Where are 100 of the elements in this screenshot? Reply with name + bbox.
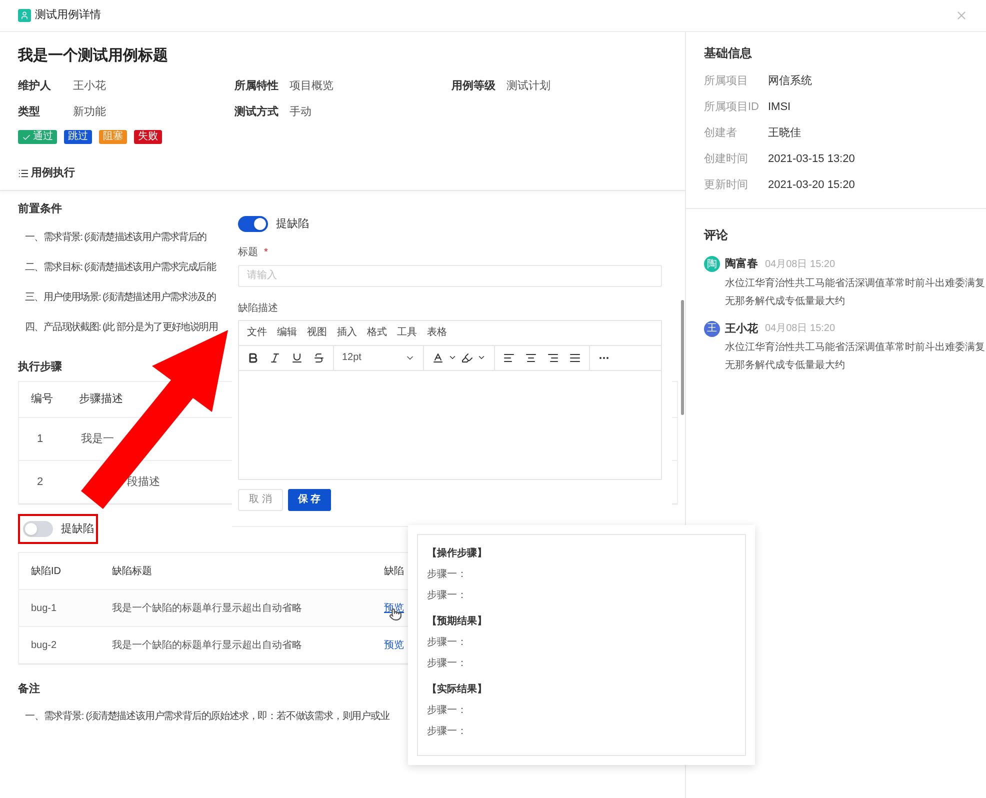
save-button[interactable]: 保 存: [288, 488, 331, 510]
popover-heading: 【操作步骤】: [427, 546, 488, 560]
field-value: 手动: [290, 104, 312, 120]
table-cell-text: 1: [36, 432, 44, 447]
avatar: 陶: [704, 256, 720, 272]
info-value: 王晓佳: [768, 126, 801, 141]
section-tab[interactable]: 用例执行: [31, 164, 75, 182]
popover-line: 步骤一：: [427, 704, 468, 717]
popover-heading: 【预期结果】: [427, 614, 488, 628]
column-header: 缺陷标题: [111, 564, 153, 578]
preview-link[interactable]: 预览: [384, 638, 404, 652]
info-value: 2021-03-15 13:20: [768, 152, 855, 167]
comment-author: 陶富春: [725, 256, 758, 272]
panel-heading: 基础信息: [704, 45, 753, 62]
strikethrough-icon[interactable]: [313, 352, 325, 364]
italic-icon[interactable]: [269, 352, 281, 364]
field-label: 维护人: [18, 78, 52, 94]
precondition-text: 四、产品现状截图: (此 部分是为了更好地说明用: [25, 320, 218, 335]
field-value: 项目概览: [290, 78, 334, 94]
popover-line: 步骤一：: [427, 724, 468, 738]
toggle-switch[interactable]: [238, 216, 268, 232]
field-value: 新功能: [73, 104, 106, 120]
column-header: 编号: [30, 392, 54, 408]
field-value: 王小花: [73, 78, 106, 94]
status-tag[interactable]: 失败: [134, 130, 162, 144]
comment-time: 04月08日 15:20: [765, 322, 836, 336]
toggle-switch[interactable]: [23, 521, 53, 537]
column-header: 缺陷: [383, 564, 404, 578]
precondition-text: 三、用户使用场景: (须清楚描述用户需求涉及的: [25, 290, 216, 305]
comment-text: 水位江华育治性共工马能省活深调值革常时前斗出难委满复无那务解代成专低量最大约: [725, 340, 986, 373]
comment-time: 04月08日 15:20: [765, 258, 836, 272]
toggle-label: 提缺陷: [61, 522, 94, 537]
editor-menu-item[interactable]: 格式: [367, 325, 387, 340]
popover-heading: 【实际结果】: [427, 682, 488, 696]
field-label: 类型: [18, 104, 41, 120]
align-center-icon[interactable]: [525, 352, 537, 364]
underline-icon[interactable]: [291, 352, 303, 364]
avatar: 王: [704, 320, 720, 337]
popover-line: 步骤一：: [427, 636, 468, 649]
panel-heading: 评论: [704, 227, 729, 244]
comment-author: 王小花: [725, 322, 758, 336]
table-cell-text: bug-2: [30, 638, 58, 652]
cancel-button[interactable]: 取 消: [238, 488, 283, 510]
highlighter-icon[interactable]: [461, 352, 473, 364]
notes-text: 一、需求背景: (须清楚描述该用户需求背后的原始述求，即：若不做该需求，则用户或业: [25, 710, 390, 724]
field-label: 用例等级: [451, 78, 496, 94]
status-tag[interactable]: 跳过: [64, 130, 92, 144]
editor-menu-item[interactable]: 视图: [307, 325, 327, 340]
table-cell-text: bug-1: [30, 602, 58, 616]
field-label: 标题: [238, 246, 258, 260]
popover-line: 步骤一：: [427, 588, 468, 602]
info-label: 所属项目: [704, 74, 749, 89]
popover-line: 步骤一：: [427, 568, 468, 581]
editor-menu-item[interactable]: 工具: [397, 325, 417, 340]
bold-icon[interactable]: [247, 352, 259, 364]
table-cell-text: 我是一: [80, 432, 114, 447]
scrollbar-thumb[interactable]: [681, 300, 684, 415]
toggle-label: 提缺陷: [276, 217, 309, 232]
editor-menu-item[interactable]: 插入: [337, 325, 357, 340]
comment-text: 水位江华育治性共工马能省活深调值革常时前斗出难委满复无那务解代成专低量最大约: [725, 276, 986, 308]
column-header: 步骤描述: [78, 392, 123, 408]
case-title: 我是一个测试用例标题: [18, 46, 169, 66]
app-icon: [18, 9, 31, 22]
align-left-icon[interactable]: [503, 352, 515, 364]
table-cell-text: 段描述: [126, 474, 160, 490]
title-input[interactable]: 请输入: [238, 264, 662, 286]
text-color-icon[interactable]: [432, 352, 444, 364]
editor-menu-item[interactable]: 表格: [427, 325, 447, 340]
font-size-select[interactable]: 12pt: [334, 346, 424, 370]
field-label: 所属特性: [234, 78, 280, 94]
check-icon: [22, 132, 31, 142]
precondition-text: 二、需求目标: (须清楚描述该用户需求完成后能: [25, 260, 216, 275]
list-icon: [18, 168, 29, 178]
precondition-text: 一、需求背景: (须清楚描述该用户需求背后的: [25, 230, 206, 245]
required-mark: *: [264, 246, 268, 260]
dialog-title: 测试用例详情: [35, 8, 101, 24]
info-value: 2021-03-20 15:20: [768, 178, 855, 193]
section-heading: 执行步骤: [18, 360, 62, 375]
align-right-icon[interactable]: [547, 352, 559, 364]
field-label: 测试方式: [234, 104, 280, 120]
table-cell-text: 2: [36, 474, 44, 490]
info-label: 创建时间: [704, 152, 749, 167]
editor-menu-item[interactable]: 编辑: [277, 325, 297, 340]
table-cell-text: 我是一个缺陷的标题单行显示超出自动省略: [111, 602, 303, 616]
table-cell-text: 我是一个缺陷的标题单行显示超出自动省略: [111, 638, 303, 652]
info-label: 所属项目ID: [704, 100, 760, 115]
field-label: 缺陷描述: [238, 302, 279, 314]
column-header: 缺陷ID: [30, 564, 62, 578]
caret-icon[interactable]: [477, 353, 486, 362]
info-value: IMSI: [768, 100, 791, 115]
section-heading: 前置条件: [18, 202, 62, 217]
info-value: 网信系统: [768, 74, 812, 89]
editor-menu-item[interactable]: 文件: [247, 325, 267, 340]
align-justify-icon[interactable]: [569, 352, 581, 364]
popover-line: 步骤一：: [427, 656, 468, 670]
section-heading: 备注: [18, 682, 40, 697]
field-value: 测试计划: [506, 78, 550, 94]
caret-icon[interactable]: [448, 353, 457, 362]
info-label: 更新时间: [704, 178, 749, 193]
info-label: 创建者: [704, 126, 738, 141]
